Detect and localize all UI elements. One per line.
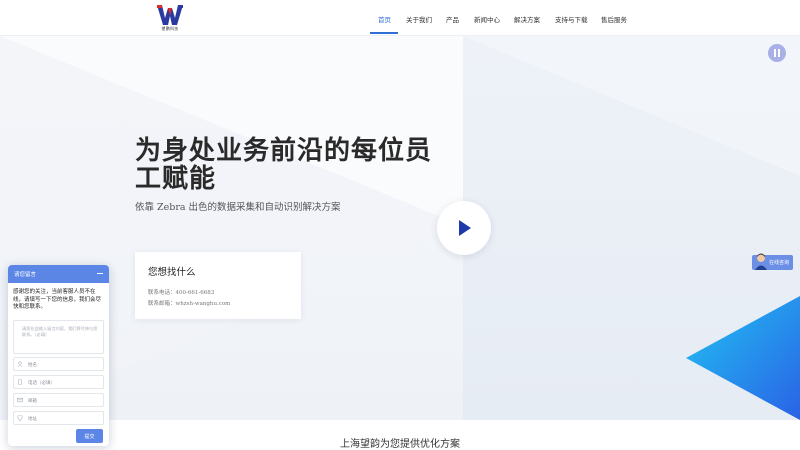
submit-button-label: 提交 — [84, 434, 95, 440]
slider-pause-button[interactable] — [768, 44, 786, 62]
section-header: 上海望韵为您提供优化方案 — [0, 420, 800, 450]
online-service-tab[interactable]: 在线咨询 — [752, 253, 793, 270]
logo[interactable]: 望鹏科技 — [155, 4, 185, 32]
email-placeholder: 邮箱 — [28, 399, 37, 404]
nav-active-indicator — [370, 32, 398, 34]
play-video-button[interactable] — [437, 201, 491, 255]
section-title: 上海望韵为您提供优化方案 — [340, 439, 460, 450]
address-field[interactable]: 地址 — [13, 411, 104, 425]
minimize-icon[interactable] — [97, 273, 103, 275]
chat-widget: 请您留言 感谢您的关注，当前客服人员不在线，请填写一下您的信息，我们会尽快和您联… — [8, 265, 109, 446]
chat-message: 感谢您的关注，当前客服人员不在线，请填写一下您的信息，我们会尽快和您联系。 — [13, 289, 102, 311]
hero-banner: 为身处业务前沿的每位员工赋能 依靠 Zebra 出色的数据采集和自动识别解决方案… — [0, 36, 800, 420]
nav-item-about[interactable]: 关于我们 — [406, 14, 432, 24]
hero-background-shapes — [0, 36, 800, 420]
phone-placeholder: 电话（必填） — [28, 381, 55, 386]
address-placeholder: 地址 — [28, 417, 37, 422]
contact-card-title: 您想找什么 — [148, 267, 196, 278]
nav-item-products[interactable]: 产品 — [446, 14, 459, 24]
chat-header: 请您留言 — [8, 265, 109, 283]
chat-message-textarea[interactable]: 请您在此输入留言内容，我们将尽快与您联系。（必填） — [13, 320, 104, 354]
submit-button[interactable]: 提交 — [76, 429, 103, 443]
hero-subtitle: 依靠 Zebra 出色的数据采集和自动识别解决方案 — [135, 202, 341, 213]
chat-title: 请您留言 — [14, 272, 37, 278]
contact-phone: 联系电话：400-661-6683 — [148, 290, 215, 296]
play-icon — [459, 220, 471, 236]
site-header: 望鹏科技 首页 关于我们 产品 新闻中心 解决方案 支持与下载 售后服务 — [0, 0, 800, 36]
email-field[interactable]: 邮箱 — [13, 393, 104, 407]
logo-mark-icon — [157, 5, 183, 25]
location-icon — [17, 415, 23, 421]
phone-icon — [18, 379, 22, 385]
contact-card: 您想找什么 联系电话：400-661-6683 联系邮箱：whzsh-wangh… — [135, 252, 301, 319]
mail-icon — [17, 397, 23, 403]
nav-item-support[interactable]: 支持与下载 — [555, 14, 588, 24]
agent-avatar-icon — [755, 253, 767, 270]
name-field[interactable]: 姓名 — [13, 357, 104, 371]
nav-item-news[interactable]: 新闻中心 — [474, 14, 500, 24]
nav-item-solutions[interactable]: 解决方案 — [514, 14, 540, 24]
nav-item-home[interactable]: 首页 — [378, 14, 391, 24]
pause-icon — [774, 49, 776, 57]
phone-field[interactable]: 电话（必填） — [13, 375, 104, 389]
decorative-blue-triangle — [686, 296, 800, 420]
logo-text: 望鹏科技 — [161, 26, 179, 31]
nav-item-aftersales[interactable]: 售后服务 — [601, 14, 627, 24]
chat-textarea-placeholder: 请您在此输入留言内容，我们将尽快与您联系。（必填） — [22, 326, 98, 337]
hero-title: 为身处业务前沿的每位员工赋能 — [135, 136, 433, 194]
contact-email[interactable]: 联系邮箱：whzsh-wanghu.com — [148, 299, 230, 307]
user-icon — [17, 361, 23, 367]
online-service-label: 在线咨询 — [769, 260, 790, 266]
name-placeholder: 姓名 — [28, 363, 37, 368]
